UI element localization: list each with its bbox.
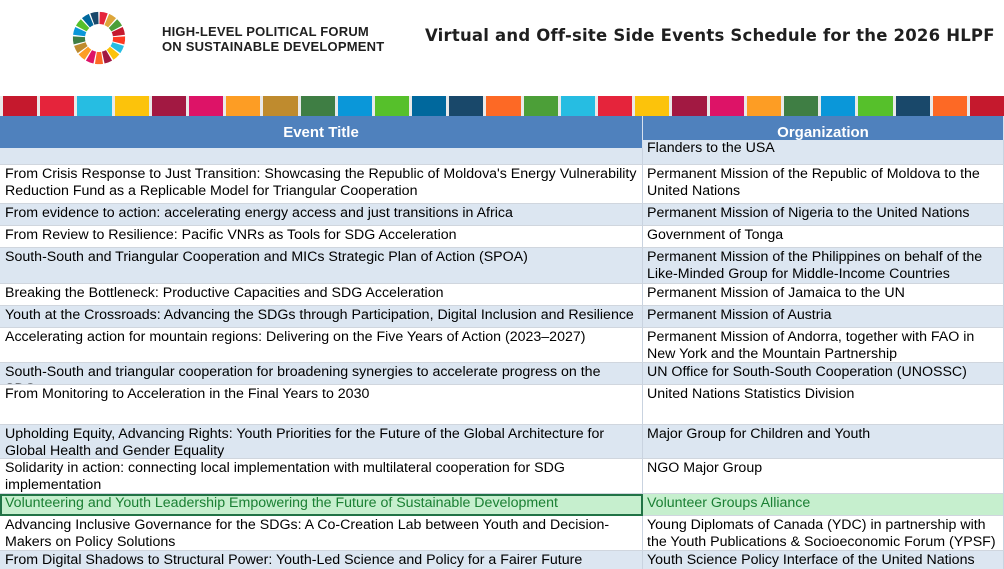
organization-cell[interactable]: Permanent Mission of the Republic of Mol… bbox=[643, 165, 1004, 204]
stripe-segment bbox=[966, 96, 1004, 116]
event-title-cell[interactable]: From Digital Shadows to Structural Power… bbox=[0, 551, 643, 569]
table-row[interactable]: Advancing Inclusive Governance for the S… bbox=[0, 516, 1004, 551]
table-row[interactable]: From Crisis Response to Just Transition:… bbox=[0, 165, 1004, 204]
table-row[interactable]: From Monitoring to Acceleration in the F… bbox=[0, 385, 1004, 425]
stripe-segment bbox=[74, 96, 112, 116]
table-row[interactable]: Upholding Equity, Advancing Rights: Yout… bbox=[0, 425, 1004, 459]
organization-cell[interactable]: Volunteer Groups Alliance bbox=[643, 494, 1004, 516]
stripe-segment bbox=[892, 96, 930, 116]
event-title-cell[interactable]: South-South and Triangular Cooperation a… bbox=[0, 248, 643, 284]
stripe-segment bbox=[855, 96, 893, 116]
organization-cell[interactable]: Youth Science Policy Interface of the Un… bbox=[643, 551, 1004, 569]
event-title-cell[interactable]: Advancing Inclusive Governance for the S… bbox=[0, 516, 643, 551]
organization-cell[interactable]: Major Group for Children and Youth bbox=[643, 425, 1004, 459]
stripe-segment bbox=[371, 96, 410, 116]
table-row[interactable]: South-South and triangular cooperation f… bbox=[0, 363, 1004, 385]
organization-cell[interactable]: Permanent Mission of Jamaica to the UN bbox=[643, 284, 1004, 306]
stripe-segment bbox=[706, 96, 744, 116]
document-title: Virtual and Off-site Side Events Schedul… bbox=[425, 26, 995, 45]
organization-cell[interactable]: Permanent Mission of Austria bbox=[643, 306, 1004, 328]
event-title-cell[interactable]: Upholding Equity, Advancing Rights: Yout… bbox=[0, 425, 643, 459]
event-title-cell[interactable]: Accelerating action for mountain regions… bbox=[0, 328, 643, 363]
event-title-cell[interactable]: From Crisis Response to Just Transition:… bbox=[0, 165, 643, 204]
sdg-color-stripe bbox=[0, 96, 1004, 116]
organization-cell[interactable]: UN Office for South-South Cooperation (U… bbox=[643, 363, 1004, 385]
sdg-wheel-segment bbox=[94, 51, 104, 65]
table-row[interactable]: From Review to Resilience: Pacific VNRs … bbox=[0, 226, 1004, 248]
stripe-segment bbox=[743, 96, 781, 116]
event-title-cell[interactable]: From evidence to action: accelerating en… bbox=[0, 204, 643, 226]
stripe-segment bbox=[632, 96, 670, 116]
table-row[interactable]: Volunteering and Youth Leadership Empowe… bbox=[0, 494, 1004, 516]
sdg-wheel-logo bbox=[72, 11, 126, 65]
table-row-partial[interactable]: Flanders to the USA bbox=[0, 140, 1004, 165]
stripe-segment bbox=[185, 96, 224, 116]
stripe-segment bbox=[297, 96, 335, 116]
table-row[interactable]: Accelerating action for mountain regions… bbox=[0, 328, 1004, 363]
table-row[interactable]: From evidence to action: accelerating en… bbox=[0, 204, 1004, 226]
event-title-cell[interactable]: Solidarity in action: connecting local i… bbox=[0, 459, 643, 494]
event-title-cell[interactable] bbox=[0, 148, 643, 165]
stripe-segment bbox=[557, 96, 595, 116]
stripe-segment bbox=[334, 96, 372, 116]
stripe-segment bbox=[818, 96, 856, 116]
organization-cell[interactable]: Young Diplomats of Canada (YDC) in partn… bbox=[643, 516, 1004, 551]
organization-cell[interactable]: Permanent Mission of Andorra, together w… bbox=[643, 328, 1004, 363]
stripe-segment bbox=[148, 96, 186, 116]
organization-cell[interactable]: NGO Major Group bbox=[643, 459, 1004, 494]
stripe-segment bbox=[260, 96, 298, 116]
forum-name-line2: ON SUSTAINABLE DEVELOPMENT bbox=[162, 39, 385, 54]
forum-name-line1: HIGH-LEVEL POLITICAL FORUM bbox=[162, 24, 369, 39]
table-row[interactable]: Youth at the Crossroads: Advancing the S… bbox=[0, 306, 1004, 328]
stripe-segment bbox=[929, 96, 967, 116]
stripe-segment bbox=[409, 96, 447, 116]
table-row[interactable]: Breaking the Bottleneck: Productive Capa… bbox=[0, 284, 1004, 306]
stripe-segment bbox=[780, 96, 819, 116]
organization-cell[interactable]: Permanent Mission of the Philippines on … bbox=[643, 248, 1004, 284]
document-header: HIGH-LEVEL POLITICAL FORUM ON SUSTAINABL… bbox=[0, 0, 1004, 93]
event-title-cell[interactable]: Breaking the Bottleneck: Productive Capa… bbox=[0, 284, 643, 306]
organization-cell[interactable]: Permanent Mission of Nigeria to the Unit… bbox=[643, 204, 1004, 226]
stripe-segment bbox=[37, 96, 75, 116]
event-title-cell[interactable]: From Monitoring to Acceleration in the F… bbox=[0, 385, 643, 425]
stripe-segment bbox=[223, 96, 261, 116]
stripe-segment bbox=[483, 96, 521, 116]
stripe-segment bbox=[669, 96, 707, 116]
event-title-cell[interactable]: South-South and triangular cooperation f… bbox=[0, 363, 643, 385]
stripe-segment bbox=[111, 96, 149, 116]
event-title-cell[interactable]: Volunteering and Youth Leadership Empowe… bbox=[0, 494, 643, 516]
organization-cell[interactable]: Government of Tonga bbox=[643, 226, 1004, 248]
organization-cell[interactable]: Flanders to the USA bbox=[643, 140, 1004, 165]
event-title-cell[interactable]: Youth at the Crossroads: Advancing the S… bbox=[0, 306, 643, 328]
event-title-cell[interactable]: From Review to Resilience: Pacific VNRs … bbox=[0, 226, 643, 248]
events-table[interactable]: Event Title Organization Flanders to the… bbox=[0, 116, 1004, 569]
table-row[interactable]: From Digital Shadows to Structural Power… bbox=[0, 551, 1004, 569]
table-row[interactable]: South-South and Triangular Cooperation a… bbox=[0, 248, 1004, 284]
stripe-segment bbox=[595, 96, 633, 116]
stripe-segment bbox=[446, 96, 484, 116]
stripe-segment bbox=[0, 96, 38, 116]
column-header-event-title[interactable]: Event Title bbox=[0, 116, 643, 148]
organization-cell[interactable]: United Nations Statistics Division bbox=[643, 385, 1004, 425]
table-row[interactable]: Solidarity in action: connecting local i… bbox=[0, 459, 1004, 494]
stripe-segment bbox=[520, 96, 558, 116]
